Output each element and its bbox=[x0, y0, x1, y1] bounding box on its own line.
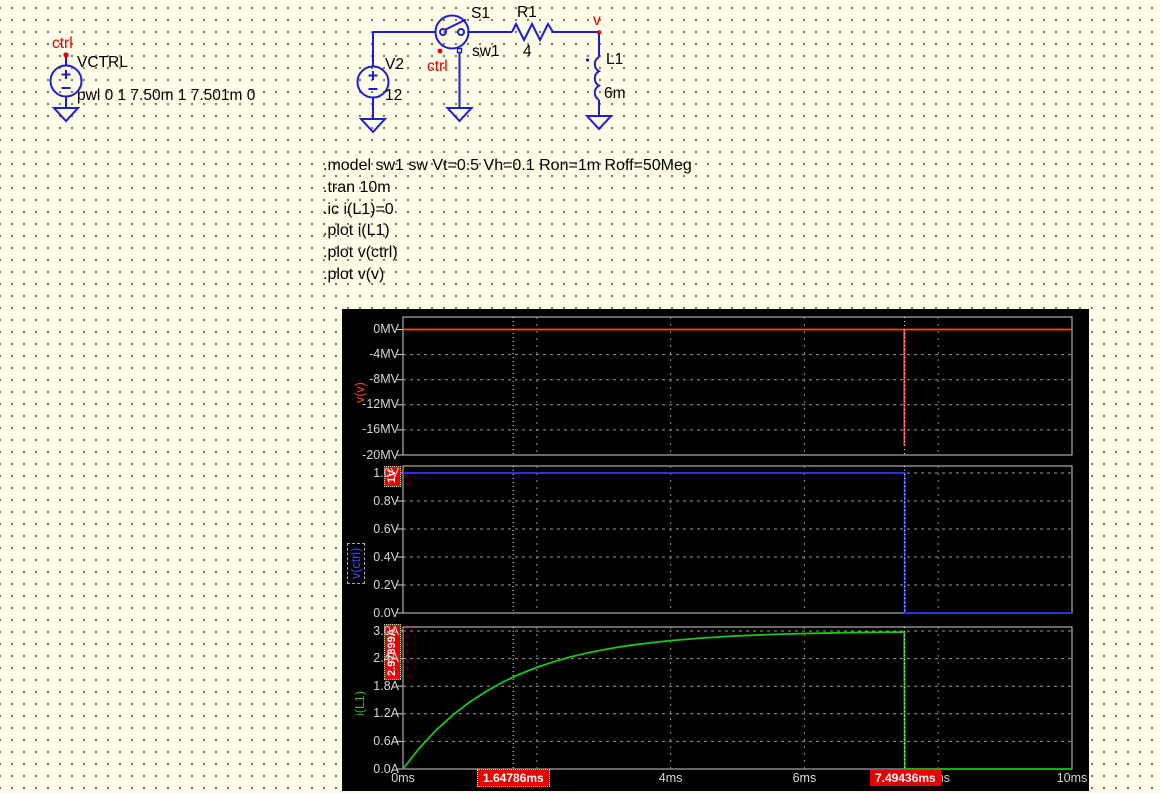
vctrl-refdes[interactable]: VCTRL bbox=[77, 54, 128, 72]
y-axis-tick-label: 2.4A bbox=[373, 651, 399, 666]
x-axis-tick-label: 4ms bbox=[658, 771, 683, 785]
resistor-symbol[interactable] bbox=[511, 21, 558, 43]
y-axis-tick-label: 0.6A bbox=[373, 733, 399, 748]
ground-symbol[interactable] bbox=[584, 115, 614, 131]
y-axis-tick-label: -4MV bbox=[369, 347, 399, 362]
r1-refdes[interactable]: R1 bbox=[517, 4, 537, 22]
y-axis-tick-label: 0.4V bbox=[373, 549, 399, 564]
v2-refdes[interactable]: V2 bbox=[385, 56, 404, 74]
y-axis-tick-label: 0MV bbox=[373, 322, 399, 336]
y-axis-tick-label: -12MV bbox=[362, 397, 399, 412]
node-dot-ctrl bbox=[63, 52, 69, 58]
v2-value[interactable]: 12 bbox=[385, 87, 402, 105]
directive-line[interactable]: .plot v(v) bbox=[323, 264, 692, 286]
ground-symbol[interactable] bbox=[358, 118, 388, 134]
r1-value[interactable]: 4 bbox=[523, 43, 532, 61]
l1-value[interactable]: 6m bbox=[604, 85, 626, 103]
x-axis-tick-label: 0ms bbox=[391, 771, 415, 785]
l1-refdes[interactable]: L1 bbox=[606, 51, 623, 69]
ground-symbol[interactable] bbox=[445, 107, 474, 123]
ground-symbol[interactable] bbox=[51, 107, 81, 123]
directive-line[interactable]: .ic i(L1)=0 bbox=[323, 199, 692, 221]
directive-line[interactable]: .plot v(ctrl) bbox=[323, 242, 692, 264]
y-axis-tick-label: -16MV bbox=[362, 422, 399, 437]
y-axis-tick-label: 1.8A bbox=[373, 678, 399, 693]
y-axis-tick-label: -20MV bbox=[362, 447, 399, 462]
s1-refdes[interactable]: S1 bbox=[471, 5, 490, 23]
directive-line[interactable]: .tran 10m bbox=[323, 177, 692, 199]
waveform-panel[interactable] bbox=[342, 309, 1089, 791]
y-axis-tick-label: 0.6V bbox=[373, 521, 399, 536]
vctrl-value[interactable]: pwl 0 1 7.50m 1 7.501m 0 bbox=[77, 87, 255, 105]
x-axis-tick-label: 6ms bbox=[792, 771, 817, 785]
node-dot-switch-ctrl bbox=[437, 48, 443, 54]
s1-model-label[interactable]: sw1 bbox=[472, 43, 500, 61]
node-label-v[interactable]: v bbox=[593, 12, 601, 30]
y-axis-tick-label: 3.0A bbox=[373, 623, 399, 638]
y-axis-tick-label: 1.2A bbox=[373, 706, 399, 721]
node-dot-v bbox=[596, 30, 602, 35]
v2-source-symbol[interactable] bbox=[356, 32, 390, 119]
node-label-ctrl[interactable]: ctrl bbox=[52, 35, 73, 53]
inductor-symbol[interactable] bbox=[585, 56, 602, 116]
x-axis-tick-label: 10ms bbox=[1056, 771, 1088, 785]
cursor-time-badge-1[interactable]: 1.64786ms bbox=[477, 769, 550, 787]
directive-line[interactable]: .model sw1 sw Vt=0.5 Vh=0.1 Ron=1m Roff=… bbox=[323, 155, 692, 177]
node-label-ctrl-2[interactable]: ctrl bbox=[427, 58, 448, 76]
y-axis-tick-label: 0.8V bbox=[373, 493, 399, 508]
y-axis-tick-label: 0.0V bbox=[373, 605, 399, 620]
y-axis-tick-label: 1.0V bbox=[373, 465, 399, 480]
directive-line[interactable]: .plot i(L1) bbox=[323, 220, 692, 242]
y-axis-tick-label: -8MV bbox=[369, 372, 399, 387]
cursor-time-badge-2[interactable]: 7.49436ms bbox=[870, 770, 941, 786]
y-axis-tick-label: 0.2V bbox=[373, 577, 399, 592]
spice-directives[interactable]: .model sw1 sw Vt=0.5 Vh=0.1 Ron=1m Roff=… bbox=[323, 155, 692, 286]
